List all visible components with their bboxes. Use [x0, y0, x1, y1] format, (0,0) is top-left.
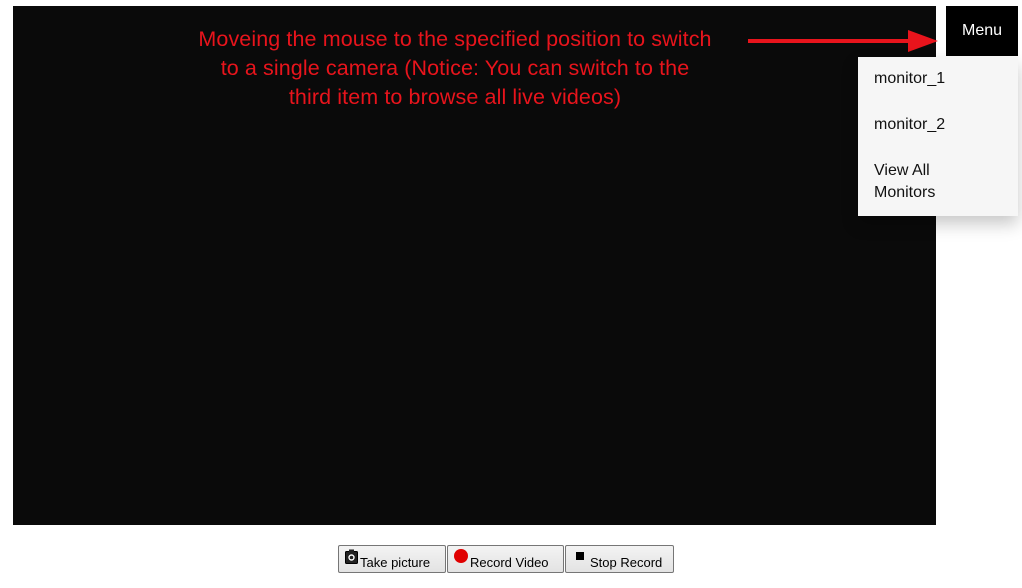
- take-picture-label: Take picture: [360, 554, 431, 570]
- record-video-button[interactable]: Record Video: [447, 545, 564, 573]
- stop-square-icon: [576, 552, 584, 560]
- record-dot-icon: [454, 549, 468, 563]
- page: Moveing the mouse to the specified posit…: [0, 0, 1022, 588]
- camera-icon: [345, 549, 358, 564]
- dropdown-item-monitor-1[interactable]: monitor_1: [858, 57, 1018, 102]
- recording-controls: Take picture Record Video Stop Record: [338, 545, 675, 573]
- stop-record-button[interactable]: Stop Record: [565, 545, 674, 573]
- take-picture-button[interactable]: Take picture: [338, 545, 446, 573]
- pointer-arrow-icon: [748, 30, 938, 52]
- dropdown-item-view-all-monitors[interactable]: View All Monitors: [858, 148, 1018, 216]
- menu-button-label: Menu: [961, 22, 1003, 39]
- annotation-line-2: to a single camera (Notice: You can swit…: [220, 56, 690, 80]
- instruction-annotation: Moveing the mouse to the specified posit…: [160, 25, 750, 112]
- annotation-line-3: third item to browse all live videos): [288, 85, 622, 109]
- monitor-dropdown: monitor_1 monitor_2 View All Monitors: [858, 57, 1018, 216]
- stop-record-label: Stop Record: [590, 554, 663, 570]
- record-video-label: Record Video: [470, 554, 549, 570]
- dropdown-item-monitor-2[interactable]: monitor_2: [858, 102, 1018, 148]
- menu-button[interactable]: Menu: [946, 6, 1018, 56]
- annotation-line-1: Moveing the mouse to the specified posit…: [198, 27, 712, 51]
